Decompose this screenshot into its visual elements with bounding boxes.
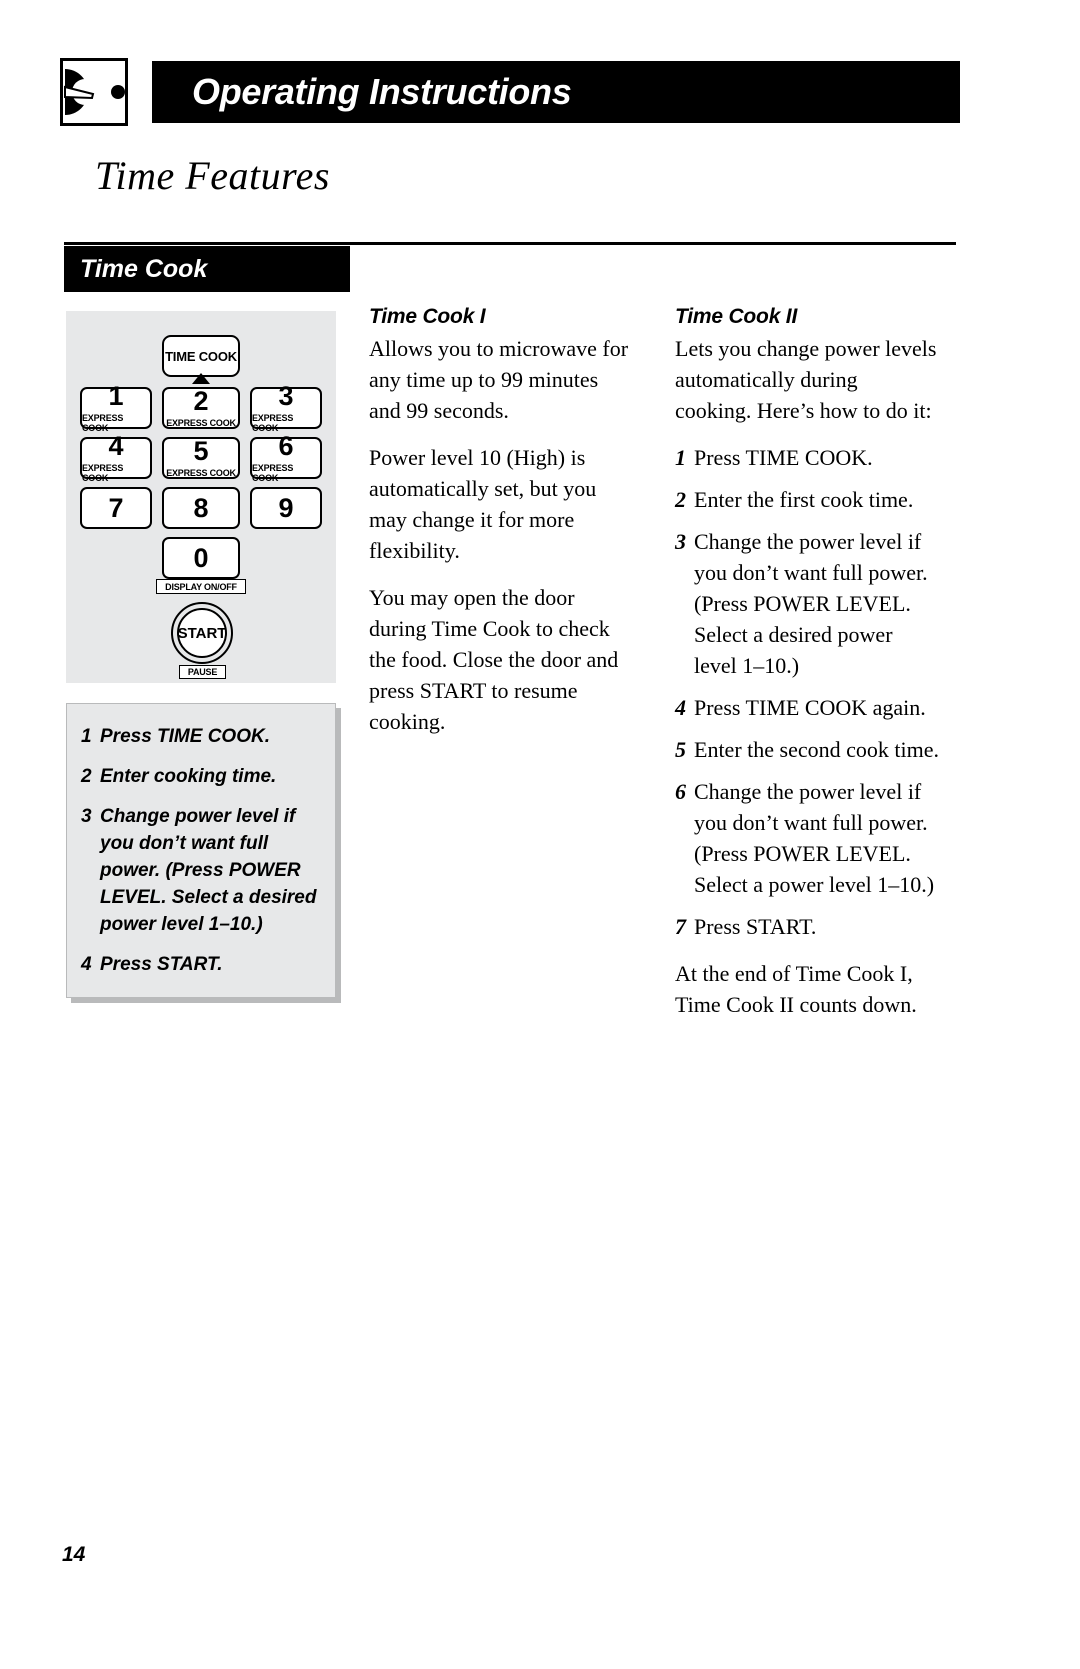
quick-step-number: 1 [81,726,92,747]
key-1: 1 EXPRESS COOK [80,383,152,433]
key-time-cook-label: TIME COOK [165,348,237,364]
key-6-number: 6 [278,431,294,461]
key-3-sublabel: EXPRESS COOK [252,413,294,433]
key-4: 4 EXPRESS COOK [80,433,152,483]
quick-steps-list: 1 Press TIME COOK. 2 Enter cooking time.… [81,724,321,979]
time-cook-ii-step-number: 3 [675,529,686,555]
key-3: 3 EXPRESS COOK [250,383,322,433]
quick-step-text: Press START. [100,953,223,975]
page-header: Operating Instructions [60,58,960,130]
time-cook-i-heading: Time Cook I [369,305,486,328]
section-divider-rule [64,242,956,245]
time-cook-ii-intro: Lets you change power levels automatical… [675,336,937,424]
time-cook-ii-step-item: 6 Change the power level if you don’t wa… [675,776,939,900]
key-4-number: 4 [108,431,124,461]
quick-step-text: Enter cooking time. [100,765,277,787]
time-cook-ii-step-text: Press START. [694,914,817,940]
time-cook-ii-step-text: Enter the second cook time. [694,737,939,763]
time-cook-pointer-icon [192,373,210,384]
time-cook-ii-step-number: 6 [675,779,686,805]
quick-steps-callout: 1 Press TIME COOK. 2 Enter cooking time.… [66,703,336,998]
time-cook-ii-steps-list: 1 Press TIME COOK. 2 Enter the first coo… [675,442,939,942]
key-8: 8 [162,487,240,529]
time-cook-ii-heading: Time Cook II [675,305,798,328]
key-start-label: START [177,608,227,658]
chapter-title: Time Features [95,153,330,198]
time-cook-ii-step-text: Press TIME COOK again. [694,695,926,721]
time-cook-ii-step-number: 1 [675,445,686,471]
time-cook-ii-step-number: 4 [675,695,686,721]
quick-step-item: 4 Press START. [81,952,321,979]
key-0: 0 [162,537,240,579]
control-panel-illustration: TIME COOK 1 EXPRESS COOK 2 EXPRESS COOK … [66,311,336,683]
time-cook-ii-step-number: 7 [675,914,686,940]
key-6: 6 EXPRESS COOK [250,433,322,483]
time-cook-ii-step-item: 1 Press TIME COOK. [675,442,939,473]
quick-step-item: 3 Change power level if you don’t want f… [81,804,321,939]
section-heading: Time Cook [64,246,350,292]
key-start: START [171,602,233,664]
key-3-number: 3 [278,381,294,411]
key-9-number: 9 [278,492,294,523]
time-cook-i-paragraph: Allows you to microwave for any time up … [369,336,629,424]
key-time-cook: TIME COOK [162,335,240,377]
microwave-dial-icon [60,58,128,126]
key-4-sublabel: EXPRESS COOK [82,463,124,483]
pause-label: PAUSE [179,665,226,679]
header-banner: Operating Instructions [152,61,960,123]
key-7-number: 7 [108,492,124,523]
time-cook-ii-column: Time Cook II Lets you change power level… [675,305,939,1020]
time-cook-ii-step-number: 5 [675,737,686,763]
key-5-sublabel: EXPRESS COOK [166,468,236,478]
time-cook-i-paragraph: Power level 10 (High) is automatically s… [369,445,597,564]
key-1-number: 1 [108,381,124,411]
time-cook-ii-step-text: Press TIME COOK. [694,445,873,471]
header-title: Operating Instructions [192,71,572,112]
time-cook-ii-step-text: Change the power level if you don’t want… [694,529,928,679]
time-cook-ii-step-item: 3 Change the power level if you don’t wa… [675,526,939,681]
quick-step-item: 1 Press TIME COOK. [81,724,321,751]
time-cook-ii-step-number: 2 [675,487,686,513]
time-cook-ii-step-text: Enter the first cook time. [694,487,914,513]
time-cook-ii-step-text: Change the power level if you don’t want… [694,779,935,898]
quick-step-text: Press TIME COOK. [100,726,270,747]
key-0-number: 0 [193,542,209,573]
quick-step-number: 3 [81,805,92,827]
page-number: 14 [62,1543,86,1566]
quick-step-text: Change power level if you don’t want ful… [100,805,317,935]
display-on-off-label: DISPLAY ON/OFF [156,579,246,594]
time-cook-i-paragraph: You may open the door during Time Cook t… [369,585,619,735]
key-9: 9 [250,487,322,529]
key-6-sublabel: EXPRESS COOK [252,463,294,483]
quick-step-number: 4 [81,953,92,975]
section-heading-label: Time Cook [80,254,208,283]
quick-step-number: 2 [81,765,92,787]
key-7: 7 [80,487,152,529]
time-cook-ii-step-item: 4 Press TIME COOK again. [675,692,939,723]
time-cook-ii-step-item: 7 Press START. [675,911,939,942]
key-2-sublabel: EXPRESS COOK [166,418,236,428]
time-cook-i-column: Time Cook I Allows you to microwave for … [369,305,633,737]
manual-page: Operating Instructions Time Features Tim… [0,0,1080,1669]
key-5: 5 EXPRESS COOK [162,437,240,479]
key-2: 2 EXPRESS COOK [162,387,240,429]
quick-step-item: 2 Enter cooking time. [81,764,321,791]
time-cook-ii-step-item: 5 Enter the second cook time. [675,734,939,765]
key-1-sublabel: EXPRESS COOK [82,413,124,433]
time-cook-ii-step-item: 2 Enter the first cook time. [675,484,939,515]
time-cook-ii-closing-paragraph: At the end of Time Cook I, Time Cook II … [675,961,917,1018]
key-5-number: 5 [193,436,209,466]
key-8-number: 8 [193,492,209,523]
key-2-number: 2 [193,386,209,416]
